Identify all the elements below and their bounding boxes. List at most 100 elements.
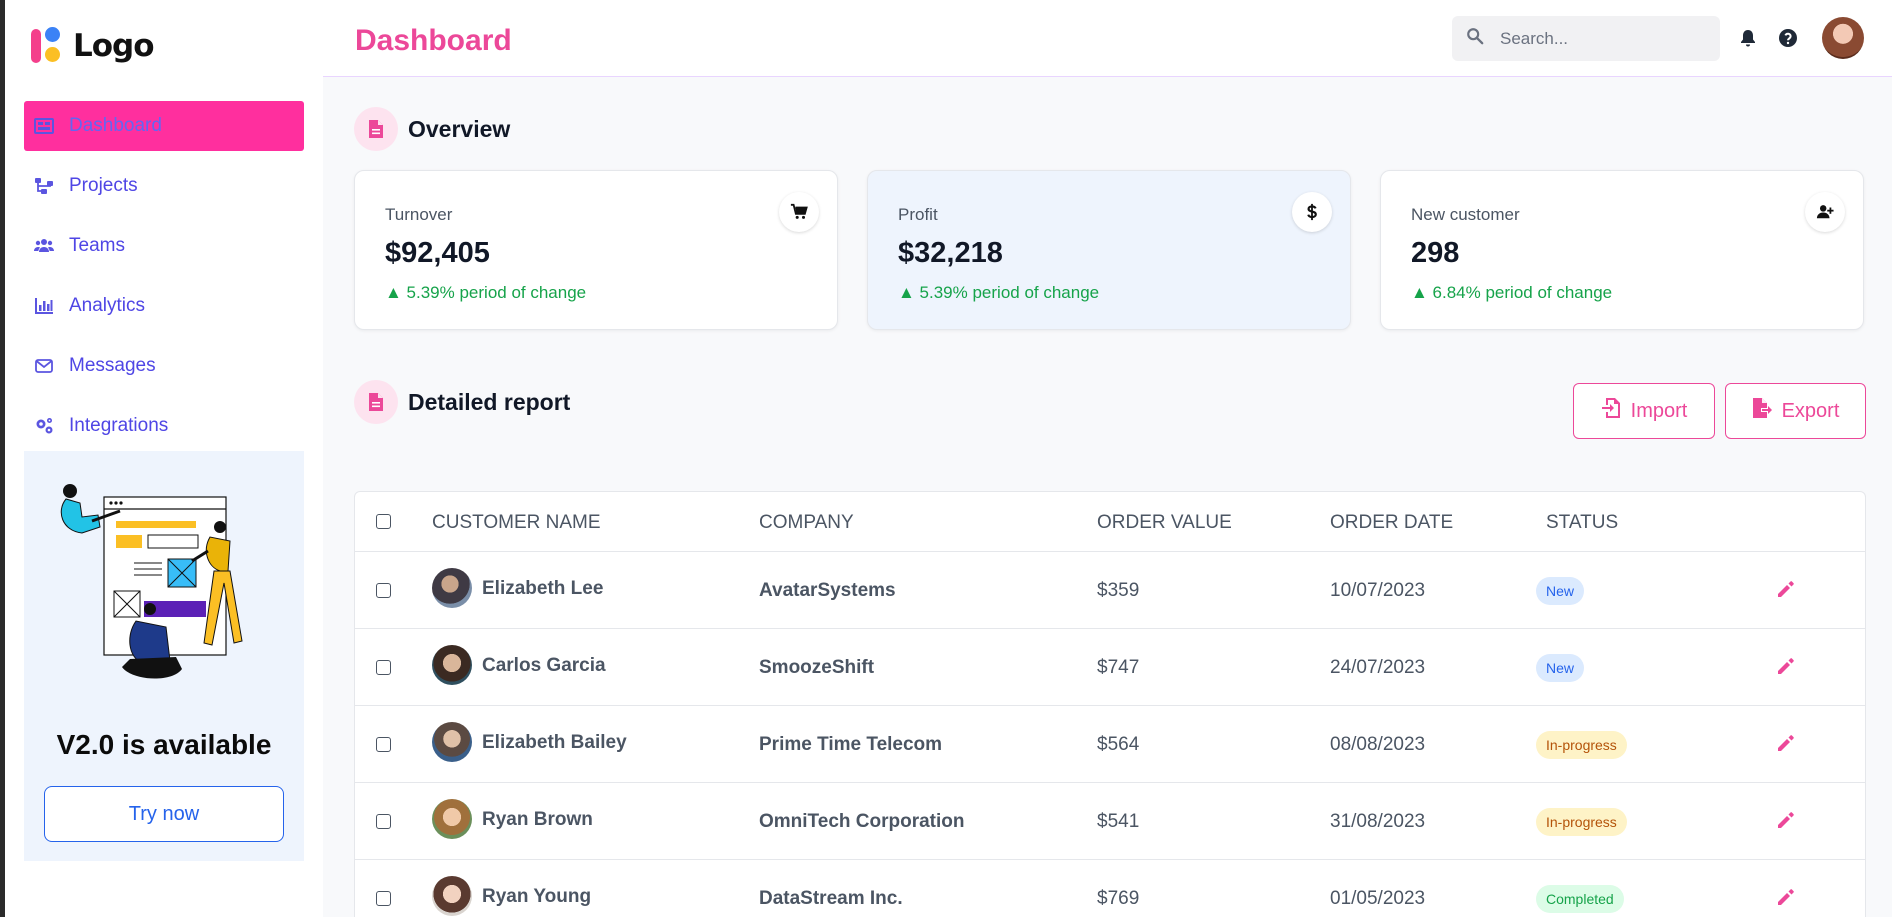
sidebar-item-integrations[interactable]: Integrations: [24, 401, 304, 451]
user-plus-icon: [1805, 192, 1845, 232]
edit-pencil-icon[interactable]: [1776, 887, 1796, 907]
card-value: $32,218: [898, 237, 1003, 269]
export-button[interactable]: Export: [1725, 383, 1866, 439]
order-date: 08/08/2023: [1330, 734, 1426, 755]
sidebar-item-label: Dashboard: [69, 115, 162, 136]
sidebar-item-analytics[interactable]: Analytics: [24, 281, 304, 331]
status-badge: Completed: [1536, 885, 1624, 913]
edit-pencil-icon[interactable]: [1776, 733, 1796, 753]
edit-pencil-icon[interactable]: [1776, 656, 1796, 676]
logo[interactable]: Logo: [29, 25, 155, 67]
edit-pencil-icon[interactable]: [1776, 810, 1796, 830]
company-name: SmoozeShift: [759, 657, 875, 678]
order-date: 10/07/2023: [1330, 580, 1426, 601]
cogs-icon: [34, 416, 54, 436]
search-box: [1452, 16, 1720, 61]
sidebar-item-label: Analytics: [69, 295, 146, 316]
company-name: DataStream Inc.: [759, 888, 903, 909]
order-value: $541: [1097, 811, 1140, 832]
table-row[interactable]: Ryan Young DataStream Inc. $769 01/05/20…: [355, 860, 1865, 917]
profit-card: Profit $32,218 ▲ 5.39% period of change: [867, 170, 1351, 330]
column-header-order-value[interactable]: ORDER VALUE: [1097, 512, 1232, 534]
turnover-card: Turnover $92,405 ▲ 5.39% period of chang…: [354, 170, 838, 330]
file-export-icon: [1752, 397, 1772, 425]
report-heading: Detailed report: [354, 380, 570, 424]
card-title: New customer: [1411, 205, 1520, 224]
sidebar-item-messages[interactable]: Messages: [24, 341, 304, 391]
customer-avatar: [432, 722, 472, 762]
document-icon: [354, 380, 398, 424]
customer-avatar: [432, 876, 472, 916]
customer-avatar: [432, 568, 472, 608]
status-badge: In-progress: [1536, 808, 1627, 836]
search-input[interactable]: [1500, 28, 1700, 49]
top-header: Dashboard: [323, 0, 1892, 77]
card-change: ▲ 6.84% period of change: [1411, 283, 1613, 302]
dollar-icon: [1292, 192, 1332, 232]
table-row[interactable]: Ryan Brown OmniTech Corporation $541 31/…: [355, 783, 1865, 860]
document-icon: [354, 107, 398, 151]
overview-title: Overview: [408, 115, 511, 142]
sidebar-item-teams[interactable]: Teams: [24, 221, 304, 271]
bar-chart-icon: [34, 296, 54, 316]
try-now-button[interactable]: Try now: [44, 786, 284, 842]
sidebar-item-label: Teams: [69, 235, 125, 256]
column-header-company[interactable]: COMPANY: [759, 512, 854, 534]
import-button[interactable]: Import: [1573, 383, 1715, 439]
order-value: $769: [1097, 888, 1140, 909]
column-header-customer[interactable]: CUSTOMER NAME: [432, 512, 601, 534]
order-date: 01/05/2023: [1330, 888, 1426, 909]
row-checkbox[interactable]: [376, 814, 391, 829]
order-value: $359: [1097, 580, 1140, 601]
status-badge: New: [1536, 577, 1585, 605]
search-icon: [1466, 27, 1484, 50]
sidebar-item-dashboard[interactable]: Dashboard: [24, 101, 304, 151]
user-avatar[interactable]: [1822, 17, 1864, 59]
bell-icon[interactable]: [1738, 28, 1758, 48]
select-all-checkbox[interactable]: [376, 514, 391, 529]
help-icon[interactable]: [1778, 28, 1798, 48]
row-checkbox[interactable]: [376, 660, 391, 675]
order-date: 31/08/2023: [1330, 811, 1426, 832]
import-label: Import: [1630, 399, 1688, 422]
table-header-row: CUSTOMER NAME COMPANY ORDER VALUE ORDER …: [355, 492, 1865, 552]
users-icon: [34, 236, 54, 256]
team-wireframe-illustration: [60, 484, 243, 679]
card-change: ▲ 5.39% period of change: [385, 283, 587, 302]
sidebar-item-label: Messages: [69, 355, 156, 376]
row-checkbox[interactable]: [376, 583, 391, 598]
company-name: OmniTech Corporation: [759, 811, 965, 832]
sitemap-icon: [34, 176, 54, 196]
column-header-order-date[interactable]: ORDER DATE: [1330, 512, 1453, 534]
company-name: Prime Time Telecom: [759, 734, 943, 755]
export-label: Export: [1781, 399, 1840, 422]
customer-name: Elizabeth Bailey: [482, 732, 627, 753]
company-name: AvatarSystems: [759, 580, 896, 601]
logo-text: Logo: [73, 28, 155, 64]
new-customer-card: New customer 298 ▲ 6.84% period of chang…: [1380, 170, 1864, 330]
customer-avatar: [432, 799, 472, 839]
sidebar-item-label: Projects: [69, 175, 138, 196]
customer-name: Elizabeth Lee: [482, 578, 604, 599]
envelope-icon: [34, 356, 54, 376]
customer-name: Ryan Brown: [482, 809, 593, 830]
table-row[interactable]: Carlos Garcia SmoozeShift $747 24/07/202…: [355, 629, 1865, 706]
card-value: 298: [1411, 237, 1460, 269]
card-value: $92,405: [385, 237, 490, 269]
table-row[interactable]: Elizabeth Lee AvatarSystems $359 10/07/2…: [355, 552, 1865, 629]
main-content: Overview Turnover $92,405 ▲ 5.39% period…: [323, 77, 1892, 917]
overview-heading: Overview: [354, 107, 510, 151]
report-title: Detailed report: [408, 388, 571, 415]
customer-name: Ryan Young: [482, 886, 592, 907]
row-checkbox[interactable]: [376, 891, 391, 906]
sidebar-item-projects[interactable]: Projects: [24, 161, 304, 211]
edit-pencil-icon[interactable]: [1776, 579, 1796, 599]
table-row[interactable]: Elizabeth Bailey Prime Time Telecom $564…: [355, 706, 1865, 783]
report-table: CUSTOMER NAME COMPANY ORDER VALUE ORDER …: [354, 491, 1866, 917]
sidebar-nav: Dashboard Projects Teams Analytics Messa…: [24, 101, 304, 461]
sidebar-item-label: Integrations: [69, 415, 169, 436]
order-value: $747: [1097, 657, 1140, 678]
page-title: Dashboard: [355, 24, 512, 57]
row-checkbox[interactable]: [376, 737, 391, 752]
column-header-status[interactable]: STATUS: [1546, 512, 1618, 534]
